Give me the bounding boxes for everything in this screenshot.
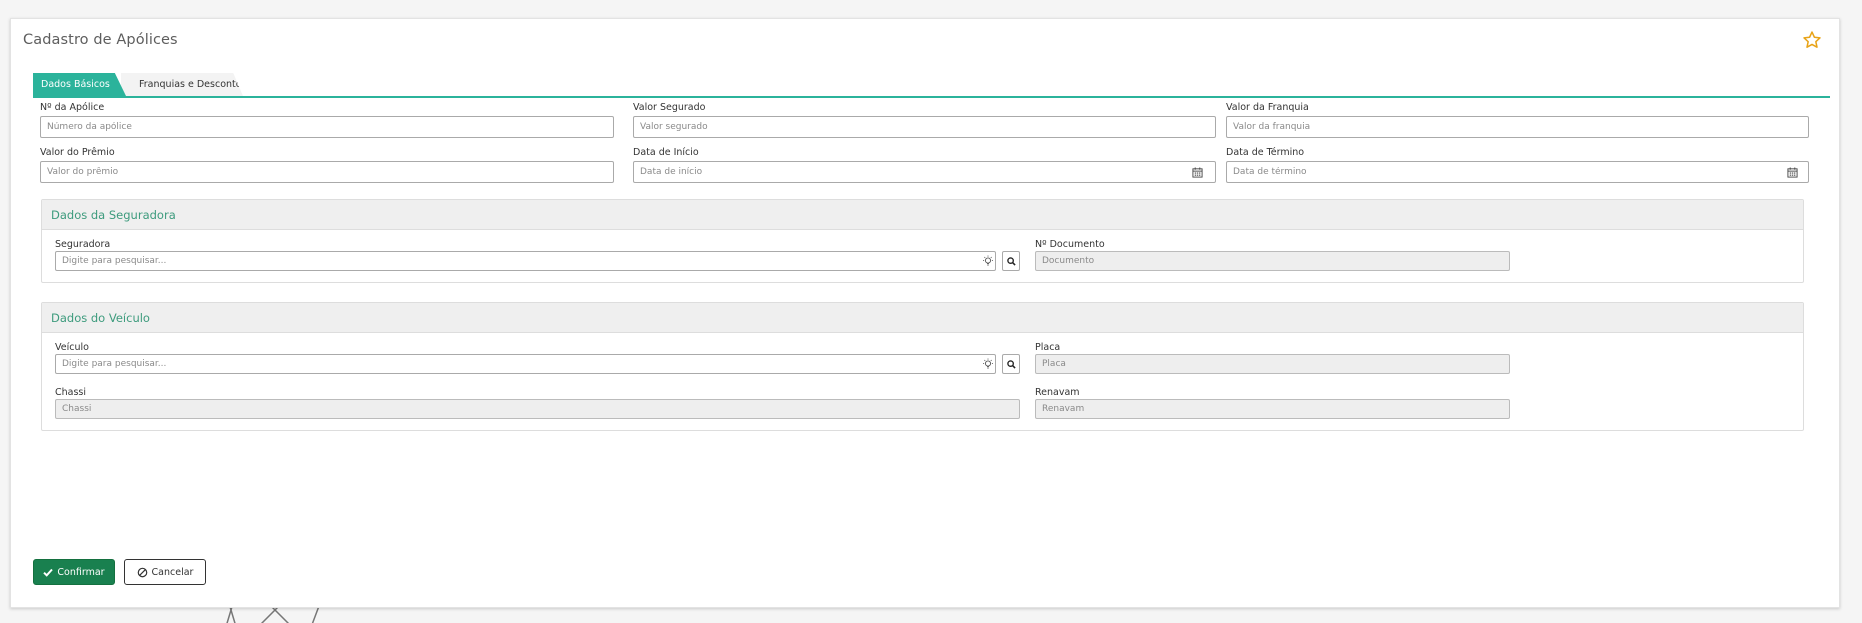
valor-franquia-input[interactable] xyxy=(1226,116,1809,138)
chassi-field xyxy=(55,399,1020,419)
calendar-icon[interactable] xyxy=(1787,167,1798,178)
search-icon xyxy=(1006,256,1016,266)
placa-label: Placa xyxy=(1035,342,1061,353)
confirm-button-label: Confirmar xyxy=(57,566,105,578)
tab-bar: Franquias e Descontos Dados Básicos xyxy=(33,73,1830,98)
tab-dados-basicos[interactable]: Dados Básicos xyxy=(33,73,126,96)
seguradora-label: Seguradora xyxy=(55,239,111,250)
ban-icon xyxy=(137,567,147,577)
renavam-label: Renavam xyxy=(1035,387,1080,398)
seguradora-search-button[interactable] xyxy=(1002,251,1020,271)
veiculo-label: Veículo xyxy=(55,342,89,353)
veiculo-search-input[interactable] xyxy=(55,354,996,374)
valor-franquia-label: Valor da Franquia xyxy=(1226,102,1309,113)
seguradora-search-input[interactable] xyxy=(55,251,996,271)
data-termino-label: Data de Término xyxy=(1226,147,1305,158)
placa-field xyxy=(1035,354,1510,374)
favorite-star-icon[interactable] xyxy=(1802,30,1822,50)
tab-franquias-descontos[interactable]: Franquias e Descontos xyxy=(121,73,243,96)
policy-form-card: Cadastro de Apólices Franquias e Descont… xyxy=(10,18,1840,608)
seguradora-section: Dados da Seguradora Seguradora Nº Docume… xyxy=(41,199,1804,283)
valor-segurado-label: Valor Segurado xyxy=(633,102,706,113)
renavam-field xyxy=(1035,399,1510,419)
lightbulb-icon[interactable] xyxy=(982,358,994,370)
confirm-button[interactable]: Confirmar xyxy=(33,559,115,585)
documento-field xyxy=(1035,251,1510,271)
data-termino-input[interactable] xyxy=(1226,161,1809,183)
valor-segurado-input[interactable] xyxy=(633,116,1216,138)
veiculo-section: Dados do Veículo Veículo Placa Chassi Re… xyxy=(41,302,1804,431)
valor-premio-label: Valor do Prêmio xyxy=(40,147,115,158)
calendar-icon[interactable] xyxy=(1192,167,1203,178)
valor-premio-input[interactable] xyxy=(40,161,614,183)
cancel-button[interactable]: Cancelar xyxy=(124,559,206,585)
cancel-button-label: Cancelar xyxy=(151,566,194,578)
numero-apolice-label: Nº da Apólice xyxy=(40,102,105,113)
search-icon xyxy=(1006,359,1016,369)
documento-label: Nº Documento xyxy=(1035,239,1105,250)
page-title: Cadastro de Apólices xyxy=(23,32,178,48)
lightbulb-icon[interactable] xyxy=(982,255,994,267)
veiculo-section-title: Dados do Veículo xyxy=(42,303,1803,333)
numero-apolice-input[interactable] xyxy=(40,116,614,138)
chassi-label: Chassi xyxy=(55,387,87,398)
seguradora-section-title: Dados da Seguradora xyxy=(42,200,1803,230)
data-inicio-label: Data de Início xyxy=(633,147,699,158)
data-inicio-input[interactable] xyxy=(633,161,1216,183)
check-icon xyxy=(43,568,54,577)
veiculo-search-button[interactable] xyxy=(1002,354,1020,374)
